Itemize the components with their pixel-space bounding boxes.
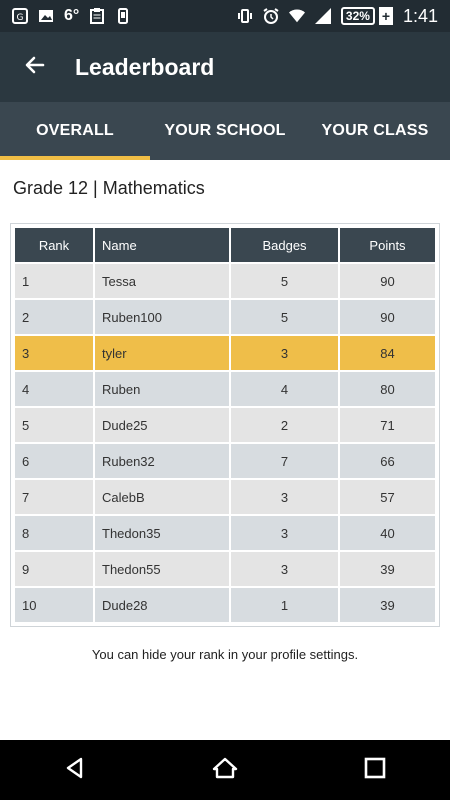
cell-name: CalebB [95,480,229,514]
cell-badges: 2 [231,408,338,442]
cell-badges: 3 [231,516,338,550]
cell-points: 39 [340,552,435,586]
svg-text:G: G [17,13,24,23]
status-bar: G 6° 32% + 1:41 [0,0,450,32]
cell-name: Thedon35 [95,516,229,550]
cell-points: 80 [340,372,435,406]
cell-name: Tessa [95,264,229,298]
leaderboard-table-container: Rank Name Badges Points 1 Tessa 5 90 2 R… [10,223,440,627]
cell-rank: 2 [15,300,93,334]
cellular-icon [314,8,331,24]
cell-rank: 7 [15,480,93,514]
temperature-text: 6° [64,7,80,24]
table-row: 5 Dude25 2 71 [15,408,435,442]
cell-name: Ruben32 [95,444,229,478]
alarm-icon [263,8,279,24]
table-row: 9 Thedon55 3 39 [15,552,435,586]
table-row: 1 Tessa 5 90 [15,264,435,298]
privacy-hint-text: You can hide your rank in your profile s… [91,647,359,662]
battery-icon: 32% [340,7,375,25]
nav-back-button[interactable] [45,740,105,800]
cell-name: Dude25 [95,408,229,442]
phone-signal-icon [115,8,131,24]
cell-rank: 3 [15,336,93,370]
back-button[interactable] [0,32,70,102]
cell-badges: 7 [231,444,338,478]
cell-rank: 4 [15,372,93,406]
cell-badges: 3 [231,552,338,586]
cell-name: Thedon55 [95,552,229,586]
tab-overall[interactable]: OVERALL [0,102,150,160]
header-badges: Badges [231,228,338,262]
cell-badges: 1 [231,588,338,622]
vibrate-icon [237,8,253,24]
cell-points: 71 [340,408,435,442]
grade-subject-title: Grade 12 | Mathematics [13,178,205,198]
cell-name: Ruben [95,372,229,406]
cell-rank: 8 [15,516,93,550]
clipboard-icon [89,8,105,24]
cell-points: 90 [340,300,435,334]
status-bar-left: G 6° [12,7,131,25]
table-row: 2 Ruben100 5 90 [15,300,435,334]
table-row: 10 Dude28 1 39 [15,588,435,622]
page-title: Leaderboard [75,53,215,80]
charging-icon: + [378,7,393,25]
cell-points: 57 [340,480,435,514]
tab-your-class[interactable]: YOUR CLASS [300,102,450,160]
tab-bar: OVERALL YOUR SCHOOL YOUR CLASS [0,102,450,160]
clock-time: 1:41 [402,5,438,26]
cell-badges: 3 [231,480,338,514]
cell-points: 90 [340,264,435,298]
cell-points: 84 [340,336,435,370]
cell-badges: 5 [231,264,338,298]
table-row: 7 CalebB 3 57 [15,480,435,514]
header-rank: Rank [15,228,93,262]
cell-rank: 5 [15,408,93,442]
nav-recents-button[interactable] [345,740,405,800]
leaderboard-content: Grade 12 | Mathematics Rank Name Badges … [0,160,450,740]
home-icon [212,756,238,785]
leaderboard-table: Rank Name Badges Points 1 Tessa 5 90 2 R… [13,226,437,624]
cell-rank: 10 [15,588,93,622]
cell-badges: 3 [231,336,338,370]
cell-name: Ruben100 [95,300,229,334]
wifi-icon [288,8,305,24]
table-row: 4 Ruben 4 80 [15,372,435,406]
cell-badges: 5 [231,300,338,334]
table-header-row: Rank Name Badges Points [15,228,435,262]
app-bar: Leaderboard [0,32,450,102]
cell-points: 39 [340,588,435,622]
nav-home-button[interactable] [195,740,255,800]
cell-name: Dude28 [95,588,229,622]
battery-percent: 32% [345,9,370,23]
cell-badges: 4 [231,372,338,406]
table-row-current-user: 3 tyler 3 84 [15,336,435,370]
tab-your-school[interactable]: YOUR SCHOOL [150,102,300,160]
recents-icon [364,757,386,784]
cell-rank: 1 [15,264,93,298]
status-bar-right: 32% + 1:41 [237,6,438,27]
table-row: 8 Thedon35 3 40 [15,516,435,550]
arrow-left-icon [23,53,47,82]
cell-name: tyler [95,336,229,370]
app-notification-icon: G [12,8,28,24]
cell-rank: 9 [15,552,93,586]
system-navigation-bar [0,740,450,800]
table-row: 6 Ruben32 7 66 [15,444,435,478]
cell-points: 66 [340,444,435,478]
header-points: Points [340,228,435,262]
cell-points: 40 [340,516,435,550]
header-name: Name [95,228,229,262]
cell-rank: 6 [15,444,93,478]
image-icon [38,8,54,24]
back-triangle-icon [63,756,87,785]
